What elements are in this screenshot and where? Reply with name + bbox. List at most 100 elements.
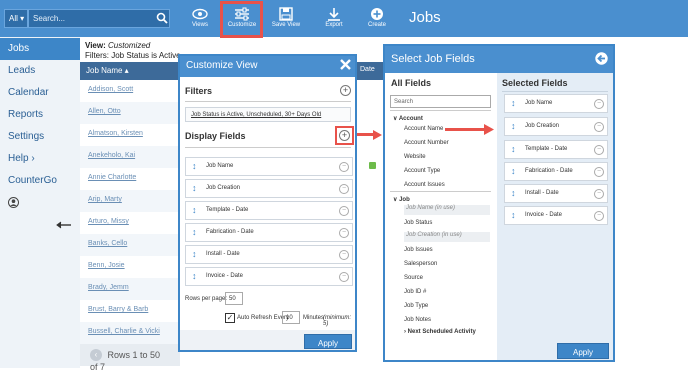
field-job-type[interactable]: Job Type (404, 303, 428, 309)
selected-field-row[interactable]: ↕ Job Name − (504, 94, 608, 113)
remove-field-icon[interactable]: − (339, 228, 349, 238)
remove-field-icon[interactable]: − (594, 211, 604, 221)
scope-select[interactable]: All ▾ (4, 9, 28, 28)
customize-highlight-box (220, 1, 263, 38)
views-button[interactable]: Views (178, 4, 222, 34)
remove-field-icon[interactable]: − (339, 272, 349, 282)
table-row[interactable]: Annie Charlotte (80, 168, 180, 190)
remove-field-icon[interactable]: − (594, 145, 604, 155)
field-source[interactable]: Source (404, 275, 423, 281)
field-account-issues[interactable]: Account Issues (404, 182, 445, 188)
remove-field-icon[interactable]: − (339, 250, 349, 260)
auto-refresh-input[interactable]: 10 (282, 311, 300, 324)
field-salesperson[interactable]: Salesperson (404, 261, 437, 267)
drag-handle-icon[interactable]: ↕ (511, 121, 516, 131)
column-header-job-name[interactable]: Job Name ▴ (80, 62, 180, 80)
field-search-input[interactable]: Search (390, 95, 491, 108)
selected-field-row[interactable]: ↕ Fabrication - Date − (504, 162, 608, 181)
apply-button[interactable]: Apply (304, 334, 352, 349)
field-job-id[interactable]: Job ID # (404, 289, 426, 295)
remove-field-icon[interactable]: − (594, 122, 604, 132)
display-field-row[interactable]: ↕ Fabrication - Date − (185, 223, 353, 242)
sidebar-item-help[interactable]: Help › (0, 148, 80, 170)
table-row[interactable]: Almatson, Kirsten (80, 124, 180, 146)
sidebar-item-calendar[interactable]: Calendar (0, 82, 80, 104)
minutes-label: Minutes (303, 315, 325, 321)
drag-handle-icon[interactable]: ↕ (511, 166, 516, 176)
table-row[interactable]: Benn, Josie (80, 256, 180, 278)
sidebar-item-jobs[interactable]: Jobs (0, 38, 80, 60)
table-row[interactable]: Arip, Marty (80, 190, 180, 212)
field-job-creation-in-use: Job Creation (in use) (404, 232, 490, 242)
field-label: Template - Date (525, 146, 568, 152)
table-row[interactable]: Bussell, Charlie & Vicki (80, 322, 180, 344)
display-field-row[interactable]: ↕ Template - Date − (185, 201, 353, 220)
field-job-notes[interactable]: Job Notes (404, 317, 431, 323)
close-icon[interactable] (340, 59, 351, 72)
selected-field-row[interactable]: ↕ Install - Date − (504, 184, 608, 203)
drag-handle-icon[interactable]: ↕ (192, 183, 197, 193)
auto-refresh-checkbox[interactable]: ✓ (225, 313, 235, 323)
drag-handle-icon[interactable]: ↕ (192, 249, 197, 259)
drag-handle-icon[interactable]: ↕ (192, 205, 197, 215)
apply-selection-button[interactable]: Apply (557, 343, 609, 359)
select-job-fields-dialog: Select Job Fields All Fields Search ∨ Ac… (383, 44, 615, 362)
rows-per-page-input[interactable]: 50 (225, 292, 243, 305)
drag-handle-icon[interactable]: ↕ (192, 271, 197, 281)
table-row[interactable]: Brady, Jemm (80, 278, 180, 300)
drag-handle-icon[interactable]: ↕ (192, 227, 197, 237)
display-field-row[interactable]: ↕ Invoice - Date − (185, 267, 353, 286)
sidebar-item-leads[interactable]: Leads (0, 60, 80, 82)
filter-value[interactable]: Job Status is Active, Unscheduled, 30+ D… (185, 107, 351, 122)
field-account-number[interactable]: Account Number (404, 140, 449, 146)
group-header-job[interactable]: ∨ Job (393, 196, 410, 203)
drag-handle-icon[interactable]: ↕ (192, 161, 197, 171)
field-account-type[interactable]: Account Type (404, 168, 440, 174)
remove-field-icon[interactable]: − (339, 162, 349, 172)
remove-field-icon[interactable]: − (594, 189, 604, 199)
selected-field-row[interactable]: ↕ Invoice - Date − (504, 206, 608, 225)
field-job-issues[interactable]: Job Issues (404, 247, 433, 253)
field-website[interactable]: Website (404, 154, 426, 160)
group-header-account[interactable]: ∨ Account (393, 115, 423, 122)
field-account-name[interactable]: Account Name (404, 126, 443, 132)
drag-handle-icon[interactable]: ↕ (511, 210, 516, 220)
drag-handle-icon[interactable]: ↕ (511, 188, 516, 198)
drag-handle-icon[interactable]: ↕ (511, 98, 516, 108)
search-button[interactable] (154, 10, 169, 27)
user-icon[interactable] (8, 197, 19, 210)
display-field-row[interactable]: ↕ Job Name − (185, 157, 353, 176)
display-field-row[interactable]: ↕ Install - Date − (185, 245, 353, 264)
table-row[interactable]: Brust, Barry & Barb (80, 300, 180, 322)
sidebar-item-reports[interactable]: Reports (0, 104, 80, 126)
add-field-button[interactable]: + (339, 130, 350, 141)
drag-handle-icon[interactable]: ↕ (511, 144, 516, 154)
sidebar-item-settings[interactable]: Settings (0, 126, 80, 148)
field-job-status[interactable]: Job Status (404, 220, 432, 226)
group-header-next-activity[interactable]: › Next Scheduled Activity (404, 329, 476, 335)
selected-field-row[interactable]: ↕ Job Creation − (504, 117, 608, 136)
sidebar-item-countergo[interactable]: CounterGo (0, 170, 80, 192)
add-filter-button[interactable]: + (340, 85, 351, 96)
table-row[interactable]: Anekeholo, Kai (80, 146, 180, 168)
prev-page-icon[interactable]: ‹ (90, 349, 102, 361)
create-button[interactable]: Create (355, 4, 399, 34)
remove-field-icon[interactable]: − (339, 184, 349, 194)
table-row[interactable]: Addison, Scott (80, 80, 180, 102)
selected-field-row[interactable]: ↕ Template - Date − (504, 140, 608, 159)
column-header-date[interactable]: Date (357, 62, 385, 80)
filters-section-title: Filters (185, 86, 213, 96)
search-input[interactable]: Search... (28, 9, 170, 28)
back-arrow-icon[interactable] (595, 52, 608, 67)
divider (502, 91, 608, 92)
export-button[interactable]: Export (312, 4, 356, 34)
remove-field-icon[interactable]: − (594, 167, 604, 177)
display-field-row[interactable]: ↕ Job Creation − (185, 179, 353, 198)
remove-field-icon[interactable]: − (339, 206, 349, 216)
table-row[interactable]: Allen, Otto (80, 102, 180, 124)
table-row[interactable]: Arturo, Missy (80, 212, 180, 234)
save-view-button[interactable]: Save View (264, 4, 308, 34)
remove-field-icon[interactable]: − (594, 99, 604, 109)
table-row[interactable]: Banks, Cello (80, 234, 180, 256)
collapse-arrow-icon[interactable] (56, 221, 72, 231)
